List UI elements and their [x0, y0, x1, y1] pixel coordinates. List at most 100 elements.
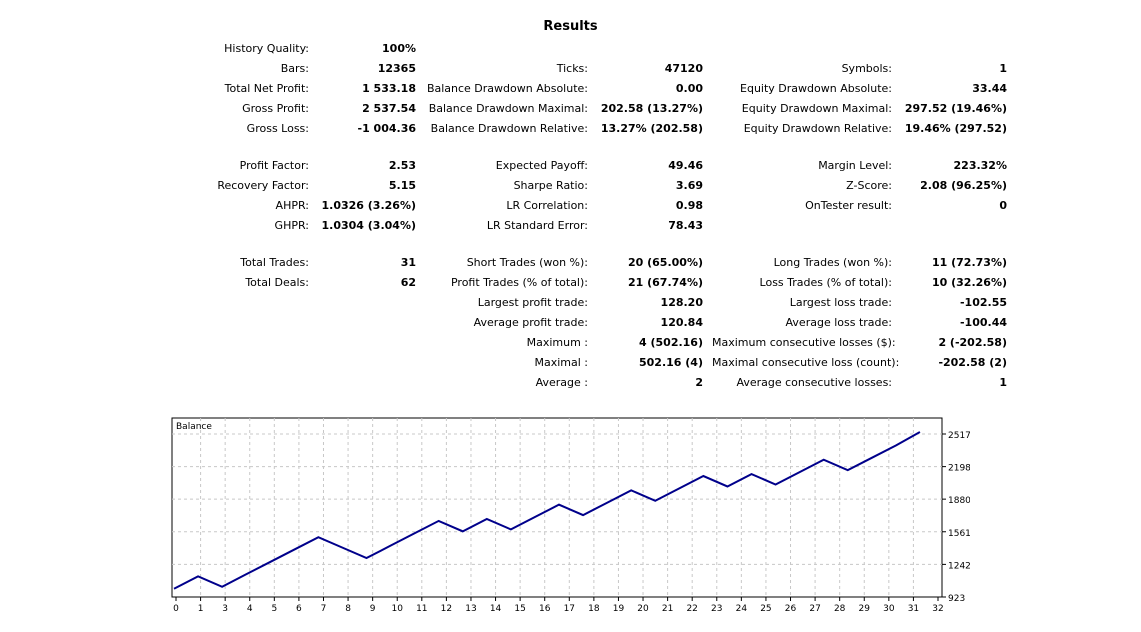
stat-label: Average : — [535, 376, 588, 389]
stat-value: 223.32% — [953, 159, 1007, 172]
stat-value: -202.58 (2) — [938, 356, 1007, 369]
x-tick-label: 17 — [564, 604, 575, 614]
stat-value: 11 (72.73%) — [931, 256, 1007, 269]
stat-label: Recovery Factor: — [217, 179, 309, 192]
x-tick-label: 12 — [441, 604, 452, 614]
stat-value: 47120 — [664, 62, 703, 75]
stat-value: 0 — [999, 199, 1007, 212]
stat-label: Sharpe Ratio: — [513, 179, 588, 192]
x-tick-label: 19 — [613, 604, 625, 614]
balance-chart: 0 1 3 4 5 6 7 8 9 10 11 12 13 14 15 16 17 18 19 20 21 22 23 24 2… — [170, 416, 971, 616]
stat-value: 2 (-202.58) — [938, 336, 1007, 349]
stat-label: Average loss trade: — [785, 316, 892, 329]
x-tick-label: 0 — [173, 604, 179, 614]
stat-value: 12365 — [377, 62, 416, 75]
stat-label: Profit Factor: — [239, 159, 309, 172]
x-tick-label: 32 — [932, 604, 943, 614]
x-tick-label: 11 — [416, 604, 427, 614]
stat-label: Balance Drawdown Relative: — [430, 122, 588, 135]
stat-label: Maximal : — [534, 356, 588, 369]
results-title: Results — [543, 19, 598, 34]
plot-area — [171, 417, 943, 598]
x-tick-label: 22 — [686, 604, 697, 614]
stat-value: 78.43 — [668, 219, 703, 232]
stat-value: 33.44 — [972, 82, 1007, 95]
stat-value: 1 — [999, 62, 1007, 75]
stat-value: 2.53 — [388, 159, 416, 172]
x-tick-label: 29 — [859, 604, 871, 614]
x-tick-label: 23 — [711, 604, 722, 614]
stat-label: AHPR: — [275, 199, 309, 212]
stat-value: 31 — [400, 256, 416, 269]
x-tick-label: 28 — [834, 604, 846, 614]
stat-value: 10 (32.26%) — [931, 276, 1007, 289]
stat-label: GHPR: — [274, 219, 309, 232]
stat-value: 2.08 (96.25%) — [920, 179, 1007, 192]
stat-value: 502.16 (4) — [639, 356, 703, 369]
stat-value: 0.00 — [675, 82, 703, 95]
x-tick-label: 7 — [321, 604, 327, 614]
stat-label: Long Trades (won %): — [773, 256, 892, 269]
stat-label: Average profit trade: — [473, 316, 588, 329]
y-tick-label: 2198 — [948, 464, 970, 474]
stat-label: Balance Drawdown Absolute: — [426, 82, 588, 95]
stat-label: LR Correlation: — [506, 199, 588, 212]
stat-value: 2 537.54 — [362, 102, 416, 115]
stat-label: Largest profit trade: — [477, 296, 588, 309]
stat-value: 62 — [400, 276, 416, 289]
x-tick-label: 16 — [539, 604, 551, 614]
y-tick-label: 1561 — [948, 529, 970, 539]
x-tick-label: 30 — [883, 604, 895, 614]
x-tick-label: 31 — [908, 604, 919, 614]
stat-value: 202.58 (13.27%) — [600, 102, 703, 115]
stat-label: Equity Drawdown Absolute: — [740, 82, 892, 95]
x-tick-label: 6 — [296, 604, 302, 614]
stat-label: Equity Drawdown Relative: — [743, 122, 892, 135]
y-tick-label: 1242 — [948, 561, 970, 571]
x-tick-label: 10 — [391, 604, 403, 614]
stat-value: 100% — [382, 42, 416, 55]
stat-label: Balance Drawdown Maximal: — [428, 102, 588, 115]
stat-value: 1.0326 (3.26%) — [321, 199, 417, 212]
stat-label: Symbols: — [841, 62, 892, 75]
x-tick-label: 1 — [198, 604, 204, 614]
stat-label: Total Net Profit: — [224, 82, 309, 95]
stat-label: Equity Drawdown Maximal: — [741, 102, 892, 115]
stat-value: 1 — [999, 376, 1007, 389]
chart-title: Balance — [176, 422, 212, 432]
x-tick-label: 24 — [736, 604, 748, 614]
x-tick-label: 13 — [465, 604, 476, 614]
x-tick-label: 18 — [588, 604, 600, 614]
stat-value: 19.46% (297.52) — [904, 122, 1007, 135]
x-tick-label: 26 — [785, 604, 797, 614]
x-tick-label: 21 — [662, 604, 673, 614]
stat-label: Margin Level: — [818, 159, 892, 172]
stat-label: History Quality: — [224, 42, 309, 55]
stat-value: 1.0304 (3.04%) — [321, 219, 417, 232]
stat-label: Ticks: — [556, 62, 588, 75]
x-tick-label: 9 — [370, 604, 376, 614]
stat-value: -100.44 — [959, 316, 1007, 329]
x-tick-label: 3 — [222, 604, 228, 614]
stat-label: LR Standard Error: — [486, 219, 588, 232]
x-tick-label: 4 — [247, 604, 253, 614]
x-tick-label: 14 — [490, 604, 502, 614]
stat-label: Expected Payoff: — [495, 159, 588, 172]
stat-label: Loss Trades (% of total): — [759, 276, 892, 289]
stat-label: Total Trades: — [240, 256, 309, 269]
stat-value: -102.55 — [959, 296, 1007, 309]
stat-label: Maximum consecutive losses ($): — [712, 336, 896, 349]
stat-label: Profit Trades (% of total): — [450, 276, 588, 289]
stat-label: Bars: — [280, 62, 309, 75]
stat-label: Maximum : — [526, 336, 588, 349]
x-tick-label: 5 — [271, 604, 277, 614]
stat-label: Largest loss trade: — [789, 296, 892, 309]
stat-label: OnTester result: — [805, 199, 892, 212]
stat-value: 4 (502.16) — [639, 336, 703, 349]
stat-label: Average consecutive losses: — [736, 376, 892, 389]
stat-value: 13.27% (202.58) — [600, 122, 703, 135]
stat-value: 20 (65.00%) — [627, 256, 703, 269]
stat-value: -1 004.36 — [357, 122, 417, 135]
stat-value: 2 — [695, 376, 703, 389]
stat-label: Gross Loss: — [246, 122, 309, 135]
